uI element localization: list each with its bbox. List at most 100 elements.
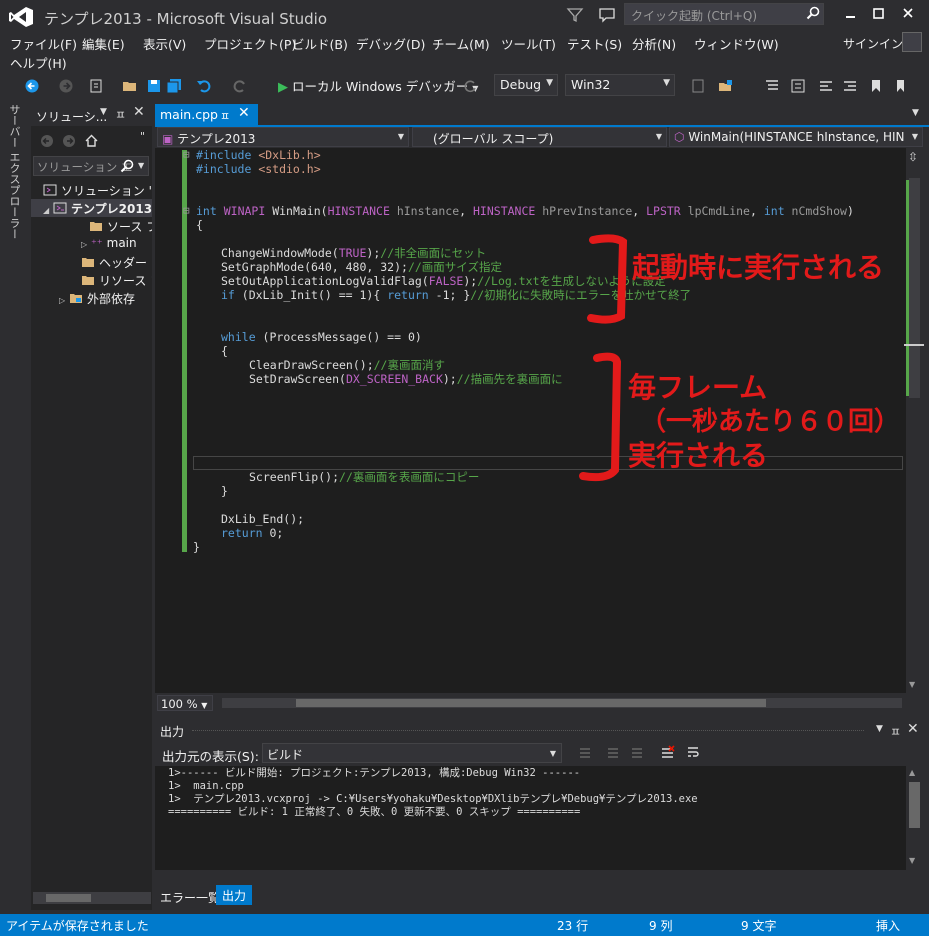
scrollbar-thumb[interactable] bbox=[909, 178, 920, 398]
tab-error-list[interactable]: エラー一覧 bbox=[160, 889, 220, 906]
chevron-down-icon: ▼ bbox=[397, 132, 404, 141]
tree-item-header-files[interactable]: ヘッダー フ bbox=[31, 253, 152, 271]
forward-icon[interactable] bbox=[58, 78, 74, 94]
code-line: { bbox=[196, 218, 203, 232]
panel-close-icon[interactable]: ✕ bbox=[907, 721, 919, 737]
more-icon[interactable]: " bbox=[140, 130, 145, 143]
menu-project[interactable]: プロジェクト(P) bbox=[204, 34, 296, 53]
next-message-icon[interactable] bbox=[630, 746, 644, 760]
bookmark-icon[interactable] bbox=[868, 78, 884, 94]
tree-item-resource-files[interactable]: リソース フ bbox=[31, 271, 152, 289]
tree-item-source-files[interactable]: ソース ファ bbox=[31, 217, 152, 235]
code-line: } bbox=[221, 484, 228, 498]
server-explorer-tab[interactable]: サーバー エクスプローラー bbox=[6, 104, 22, 240]
back-icon[interactable] bbox=[24, 78, 40, 94]
menu-window[interactable]: ウィンドウ(W) bbox=[694, 34, 779, 53]
scroll-down-icon[interactable]: ▼ bbox=[909, 856, 915, 865]
bookmark-prev-icon[interactable] bbox=[894, 78, 910, 94]
word-wrap-icon[interactable] bbox=[686, 745, 701, 760]
header-grip bbox=[192, 730, 864, 731]
tree-item-project[interactable]: ◢ テンプレ2013 bbox=[31, 199, 152, 217]
folder-icon bbox=[82, 258, 94, 267]
scroll-up-icon[interactable]: ▲ bbox=[909, 768, 915, 777]
minimize-button[interactable] bbox=[838, 4, 862, 24]
signin-link[interactable]: サインイン bbox=[843, 35, 903, 52]
menu-build[interactable]: ビルド(B) bbox=[292, 34, 348, 53]
panel-menu-chevron-icon[interactable]: ▼ bbox=[100, 107, 107, 117]
outline-collapse-icon[interactable]: ⊟ bbox=[183, 204, 190, 217]
nav-member-dropdown[interactable]: ⬡ WinMain(HINSTANCE hInstance, HIN ▼ bbox=[669, 127, 923, 147]
redo-icon[interactable] bbox=[232, 78, 248, 94]
tree-item-main-cpp[interactable]: ▷ ⁺⁺ main bbox=[31, 235, 152, 253]
menu-test[interactable]: テスト(S) bbox=[567, 34, 622, 53]
go-to-location-icon[interactable] bbox=[578, 746, 592, 760]
scroll-down-icon[interactable]: ▼ bbox=[909, 680, 915, 689]
search-icon[interactable] bbox=[120, 159, 134, 173]
pin-icon[interactable]: ㅍ bbox=[890, 723, 901, 740]
solution-explorer-icon[interactable] bbox=[764, 78, 780, 94]
feedback-icon[interactable] bbox=[598, 6, 616, 24]
outline-collapse-icon[interactable]: ⊟ bbox=[183, 148, 190, 161]
tab-output[interactable]: 出力 bbox=[216, 885, 253, 905]
output-line: 1> main.cpp bbox=[168, 780, 244, 792]
chevron-down-icon[interactable]: ▼ bbox=[138, 161, 144, 170]
collapsed-caret-icon: ▷ bbox=[81, 240, 88, 249]
uncomment-icon[interactable] bbox=[842, 78, 858, 94]
output-source-select[interactable]: ビルド ▼ bbox=[262, 743, 562, 763]
pin-icon[interactable]: ㅍ bbox=[115, 106, 126, 123]
user-avatar-icon[interactable] bbox=[902, 32, 922, 52]
start-debugging-button[interactable]: ▶ ローカル Windows デバッガー ▼ bbox=[278, 76, 478, 96]
current-line-highlight bbox=[193, 456, 903, 470]
search-icon[interactable] bbox=[806, 6, 820, 20]
prev-message-icon[interactable] bbox=[606, 746, 620, 760]
menu-analyze[interactable]: 分析(N) bbox=[632, 34, 676, 53]
solution-icon bbox=[43, 184, 57, 196]
home-icon[interactable] bbox=[84, 133, 99, 148]
class-view-icon[interactable] bbox=[790, 78, 806, 94]
tab-overflow-chevron-icon[interactable]: ▼ bbox=[912, 108, 919, 118]
tab-close-icon[interactable]: ✕ bbox=[238, 105, 250, 121]
save-all-icon[interactable] bbox=[166, 78, 182, 94]
code-line: #include <DxLib.h> bbox=[196, 148, 321, 162]
comment-icon[interactable] bbox=[818, 78, 834, 94]
menu-tools[interactable]: ツール(T) bbox=[501, 34, 556, 53]
menu-view[interactable]: 表示(V) bbox=[143, 34, 186, 53]
scrollbar-thumb[interactable] bbox=[46, 894, 91, 902]
maximize-button[interactable] bbox=[866, 4, 890, 24]
scrollbar-thumb[interactable] bbox=[909, 782, 920, 828]
panel-menu-chevron-icon[interactable]: ▼ bbox=[876, 724, 883, 734]
nav-scope-dropdown[interactable]: (グローバル スコープ) ▼ bbox=[412, 127, 667, 147]
split-window-icon[interactable]: ⇳ bbox=[908, 150, 918, 164]
quick-launch-input[interactable]: クイック起動 (Ctrl+Q) bbox=[624, 3, 824, 25]
project-icon bbox=[53, 202, 67, 214]
new-project-icon[interactable] bbox=[88, 78, 104, 94]
zoom-level-select[interactable]: 100 % ▼ bbox=[157, 695, 213, 711]
menu-help[interactable]: ヘルプ(H) bbox=[10, 53, 67, 72]
scrollbar-thumb[interactable] bbox=[296, 699, 766, 707]
filter-icon[interactable] bbox=[566, 6, 584, 24]
clear-all-icon[interactable] bbox=[660, 745, 675, 760]
solution-platform-select[interactable]: Win32 ▼ bbox=[565, 74, 675, 96]
close-button[interactable] bbox=[896, 4, 920, 24]
forward-icon[interactable] bbox=[62, 134, 76, 148]
menu-file[interactable]: ファイル(F) bbox=[10, 34, 77, 53]
nav-project-dropdown[interactable]: ▣ テンプレ2013 ▼ bbox=[157, 127, 409, 147]
find-in-files-icon[interactable] bbox=[690, 78, 706, 94]
menu-debug[interactable]: デバッグ(D) bbox=[356, 34, 425, 53]
dependencies-icon bbox=[70, 294, 82, 303]
tree-item-solution[interactable]: ソリューション 'テンプ bbox=[31, 181, 152, 199]
open-folder-icon[interactable] bbox=[122, 78, 138, 94]
output-text-area[interactable] bbox=[155, 766, 906, 870]
refresh-icon[interactable] bbox=[462, 78, 478, 94]
panel-close-icon[interactable]: ✕ bbox=[133, 104, 145, 120]
annotation-executed: 実行される bbox=[628, 439, 769, 472]
menu-team[interactable]: チーム(M) bbox=[432, 34, 490, 53]
undo-icon[interactable] bbox=[196, 78, 212, 94]
menu-edit[interactable]: 編集(E) bbox=[82, 34, 125, 53]
attach-icon[interactable] bbox=[718, 78, 734, 94]
tree-item-external-dependencies[interactable]: ▷ 外部依存 bbox=[31, 289, 152, 307]
solution-configuration-select[interactable]: Debug ▼ bbox=[494, 74, 558, 96]
back-icon[interactable] bbox=[40, 134, 54, 148]
save-icon[interactable] bbox=[146, 78, 162, 94]
tab-pin-icon[interactable]: ㅍ bbox=[220, 108, 230, 124]
